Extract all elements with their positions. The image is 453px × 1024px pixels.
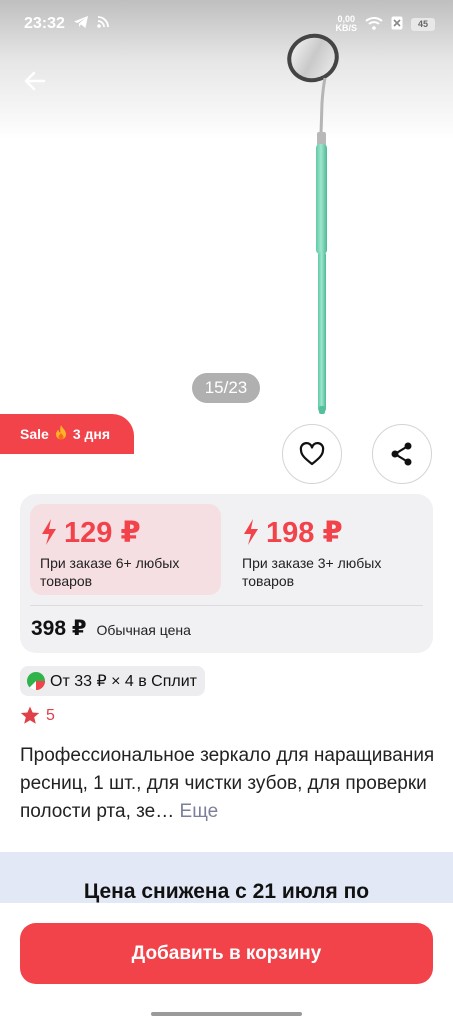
- regular-price-label: Обычная цена: [96, 622, 191, 638]
- price-card: 129 ₽ При заказе 6+ любых товаров 198 ₽ …: [20, 494, 433, 653]
- product-gallery[interactable]: 23:32 0,00 KB/S 45 15/23: [0, 0, 453, 430]
- price-tier[interactable]: 129 ₽ При заказе 6+ любых товаров: [30, 504, 221, 595]
- wifi-icon: [365, 16, 383, 32]
- split-payment-chip[interactable]: От 33 ₽ × 4 в Сплит: [20, 666, 205, 696]
- fire-icon: [55, 425, 67, 443]
- status-time: 23:32: [24, 15, 65, 32]
- product-image: [287, 33, 339, 414]
- product-page: 23:32 0,00 KB/S 45 15/23 Sale 3 дня 129 …: [0, 0, 453, 1024]
- gallery-counter: 15/23: [192, 373, 260, 403]
- more-link[interactable]: Еще: [180, 801, 219, 822]
- rating[interactable]: 5: [20, 706, 55, 725]
- heart-icon: [299, 442, 325, 466]
- star-icon: [20, 706, 40, 724]
- bottom-action-bar: Добавить в корзину: [0, 903, 453, 1024]
- add-to-cart-button[interactable]: Добавить в корзину: [20, 923, 433, 984]
- regular-price-value: 398 ₽: [31, 617, 87, 640]
- battery-indicator: 45: [411, 17, 435, 31]
- back-button[interactable]: [18, 64, 52, 98]
- favorite-button[interactable]: [282, 424, 342, 484]
- sale-badge[interactable]: Sale 3 дня: [0, 414, 134, 454]
- tier-condition: При заказе 6+ любых товаров: [40, 555, 180, 589]
- product-description: Профессиональное зеркало для наращивания…: [20, 742, 440, 826]
- tier-price: 198 ₽: [266, 516, 343, 549]
- arrow-left-icon: [24, 71, 46, 91]
- divider: [30, 605, 423, 606]
- sale-duration: 3 дня: [72, 426, 110, 442]
- regular-price: 398 ₽ Обычная цена: [31, 616, 191, 641]
- lightning-icon: [42, 519, 56, 545]
- price-drop-text: Цена снижена с 21 июля по: [83, 880, 370, 903]
- split-logo-icon: [27, 672, 45, 691]
- rss-icon: [97, 15, 109, 33]
- home-indicator[interactable]: [151, 1012, 302, 1016]
- rating-value: 5: [46, 706, 55, 724]
- share-button[interactable]: [372, 424, 432, 484]
- sale-label: Sale: [20, 426, 49, 442]
- lightning-icon: [244, 519, 258, 545]
- status-bar: 23:32 0,00 KB/S 45: [0, 0, 453, 48]
- share-icon: [391, 442, 412, 466]
- split-text: От 33 ₽ × 4 в Сплит: [50, 673, 197, 690]
- tier-condition: При заказе 3+ любых товаров: [242, 555, 382, 589]
- telegram-icon: [73, 15, 89, 34]
- price-tier[interactable]: 198 ₽ При заказе 3+ любых товаров: [232, 504, 423, 595]
- description-text: Профессиональное зеркало для наращивания…: [20, 745, 435, 822]
- sim-off-icon: [391, 16, 403, 32]
- tier-price: 129 ₽: [64, 516, 141, 549]
